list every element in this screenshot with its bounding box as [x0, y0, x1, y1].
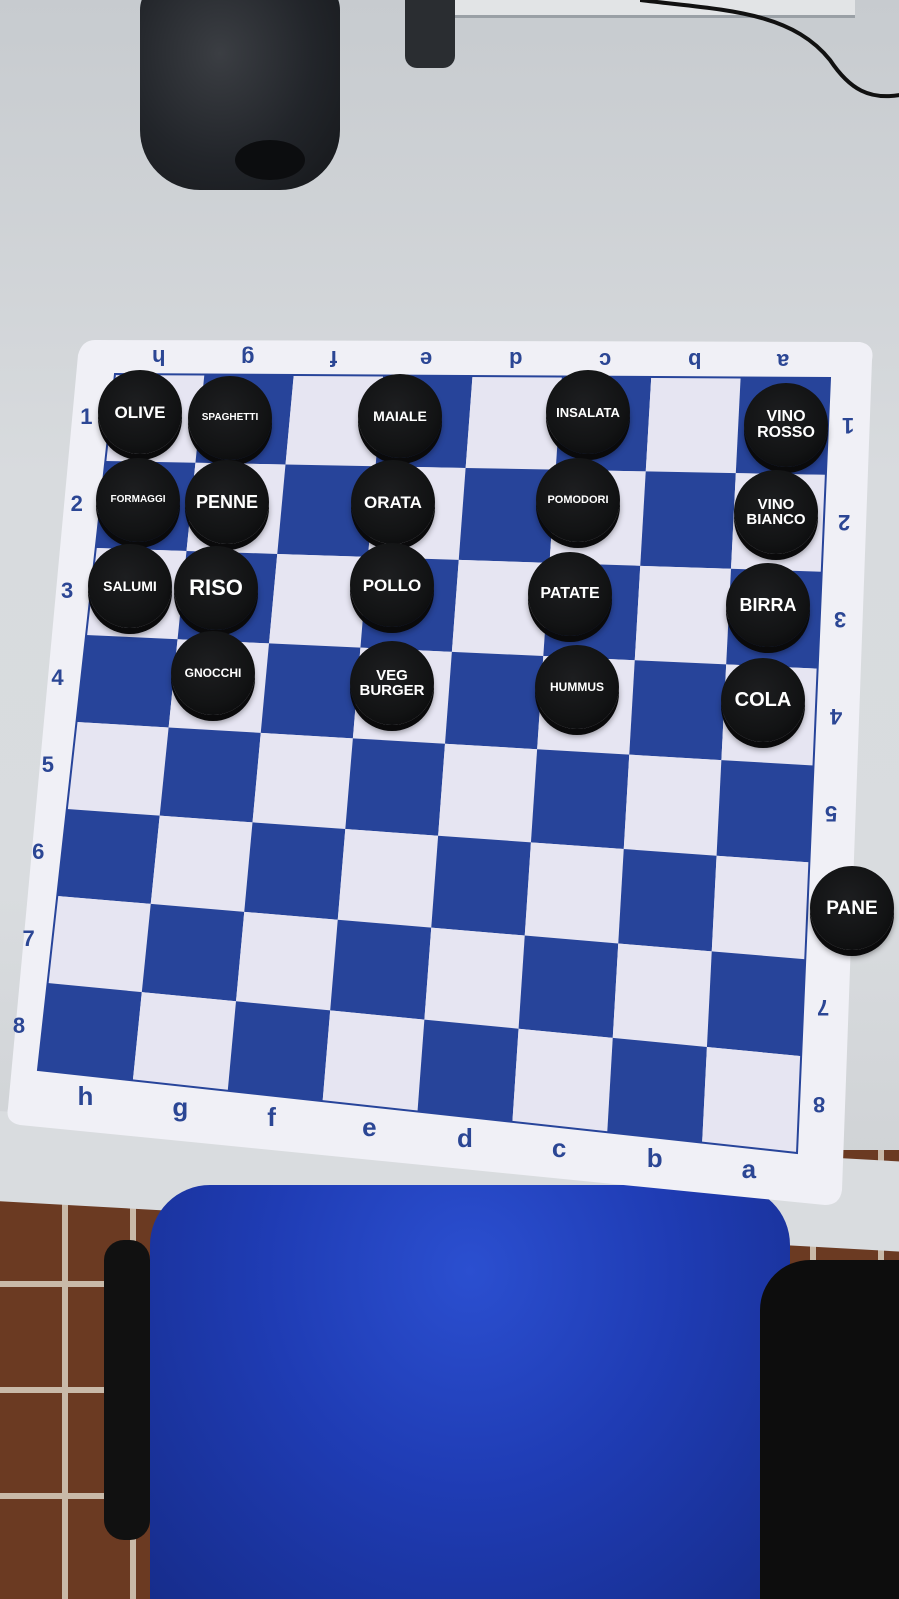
game-piece[interactable]: POMODORI: [536, 458, 620, 542]
game-piece[interactable]: VINO BIANCO: [734, 470, 818, 554]
game-piece[interactable]: PANE: [810, 866, 894, 950]
file-label-top: a: [777, 348, 790, 374]
piece-label: ORATA: [364, 492, 422, 512]
piece-label: MAIALE: [373, 408, 427, 424]
cable: [640, 0, 899, 99]
piece-label: PATATE: [540, 585, 600, 602]
file-label-top: g: [241, 345, 255, 371]
rank-label-left: 5: [41, 751, 54, 777]
piece-label: VEG BURGER: [359, 667, 425, 699]
game-piece[interactable]: SALUMI: [88, 544, 172, 628]
piece-label: VINO BIANCO: [746, 496, 806, 528]
piece-label: VINO ROSSO: [757, 408, 815, 441]
rank-label-left: 3: [60, 577, 74, 603]
piece-label: INSALATA: [556, 404, 620, 420]
piece-label: BIRRA: [739, 595, 797, 615]
rank-label-right: 2: [837, 510, 851, 536]
file-label-bottom: b: [646, 1143, 663, 1174]
piece-label: RISO: [189, 575, 243, 600]
rank-label-right: 1: [841, 413, 855, 439]
rank-label-left: 6: [32, 838, 45, 864]
file-label-bottom: f: [267, 1101, 276, 1132]
piece-label: GNOCCHI: [184, 666, 242, 680]
piece-label: PANE: [826, 897, 878, 919]
rank-label-right: 5: [825, 800, 838, 826]
game-piece[interactable]: HUMMUS: [535, 645, 619, 729]
piece-label: PENNE: [195, 492, 258, 512]
speaker-port: [235, 140, 305, 180]
file-label-bottom: g: [172, 1091, 189, 1122]
game-piece[interactable]: PATATE: [528, 552, 612, 636]
file-label-bottom: e: [362, 1112, 377, 1143]
piece-label: SPAGHETTI: [201, 412, 259, 423]
game-piece[interactable]: ORATA: [351, 460, 435, 544]
file-label-bottom: c: [551, 1133, 567, 1164]
piece-label: POLLO: [362, 575, 422, 595]
game-piece[interactable]: FORMAGGI: [96, 458, 180, 542]
game-piece[interactable]: POLLO: [350, 543, 434, 627]
rank-label-right: 7: [817, 994, 830, 1020]
piece-label: SALUMI: [103, 578, 157, 594]
file-label-bottom: h: [77, 1081, 94, 1112]
piece-label: OLIVE: [114, 402, 166, 422]
game-piece[interactable]: RISO: [174, 546, 258, 630]
game-piece[interactable]: INSALATA: [546, 370, 630, 454]
file-label-top: e: [419, 346, 433, 372]
game-piece[interactable]: GNOCCHI: [171, 631, 255, 715]
piece-label: HUMMUS: [550, 680, 604, 694]
piece-label: FORMAGGI: [110, 494, 166, 505]
rank-label-left: 8: [12, 1012, 26, 1038]
file-label-top: d: [509, 347, 523, 373]
chair-armrest-left: [104, 1240, 150, 1540]
rank-label-left: 7: [22, 925, 35, 951]
game-piece[interactable]: PENNE: [185, 460, 269, 544]
blue-chair-seat: [150, 1185, 790, 1599]
game-piece[interactable]: SPAGHETTI: [188, 376, 272, 460]
rank-label-right: 8: [813, 1091, 826, 1117]
chair-armrest-right: [760, 1260, 899, 1599]
game-piece[interactable]: MAIALE: [358, 374, 442, 458]
rank-label-right: 3: [833, 607, 846, 633]
rank-label-left: 1: [80, 403, 93, 429]
file-label-bottom: d: [456, 1122, 473, 1153]
file-label-top: b: [687, 348, 702, 374]
game-piece[interactable]: BIRRA: [726, 563, 810, 647]
rank-label-left: 4: [51, 664, 64, 690]
piece-label: COLA: [734, 689, 792, 711]
game-piece[interactable]: VINO ROSSO: [744, 383, 828, 467]
file-label-top: h: [151, 345, 166, 371]
rank-label-right: 4: [829, 704, 842, 730]
file-label-bottom: a: [741, 1153, 757, 1184]
piece-label: POMODORI: [547, 493, 609, 506]
game-piece[interactable]: VEG BURGER: [350, 641, 434, 725]
file-label-top: f: [330, 346, 338, 372]
rank-label-left: 2: [70, 490, 83, 516]
file-label-top: c: [598, 347, 611, 373]
game-piece[interactable]: OLIVE: [98, 370, 182, 454]
game-piece[interactable]: COLA: [721, 658, 805, 742]
